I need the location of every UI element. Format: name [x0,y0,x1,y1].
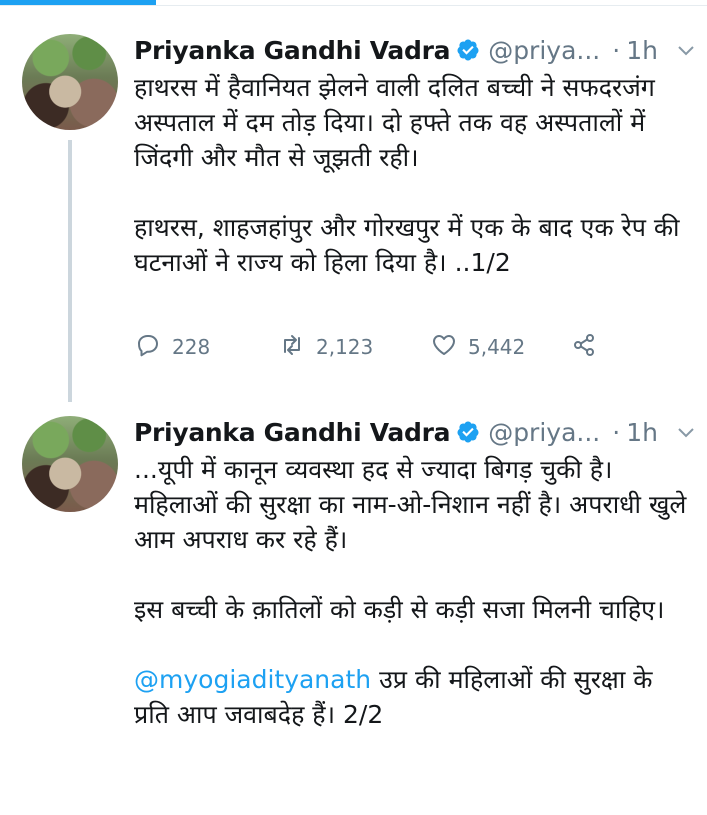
author-name[interactable]: Priyanka Gandhi Vadra [134,418,450,447]
avatar[interactable] [22,34,118,130]
author-name[interactable]: Priyanka Gandhi Vadra [134,36,450,65]
tweet-text: हाथरस में हैवानियत झेलने वाली दलित बच्ची… [134,70,694,280]
reply-icon [134,331,162,364]
tweet-2[interactable]: Priyanka Gandhi Vadra @priya... · 1h ...… [0,392,707,815]
tweet-timestamp[interactable]: 1h [626,36,658,65]
tweet-timestamp[interactable]: 1h [626,418,658,447]
verified-badge-icon [456,420,480,444]
retweet-count: 2,123 [316,335,374,359]
tweet-header: Priyanka Gandhi Vadra @priya... · 1h [134,30,658,70]
top-divider [0,5,707,6]
like-count: 5,442 [468,335,526,359]
tweet-header: Priyanka Gandhi Vadra @priya... · 1h [134,412,658,452]
tweet-paragraph: हाथरस में हैवानियत झेलने वाली दलित बच्ची… [134,73,655,172]
tweet-paragraph: @myogiadityanath उप्र की महिलाओं की सुरक… [134,662,694,732]
avatar[interactable] [22,416,118,512]
author-handle[interactable]: @priya... [488,418,600,447]
author-handle[interactable]: @priya... [488,36,600,65]
reply-count: 228 [172,335,211,359]
retweet-button[interactable]: 2,123 [278,331,430,364]
tweet-text: ...यूपी में कानून व्यवस्था हद से ज्यादा … [134,452,694,732]
chevron-down-icon[interactable] [676,30,696,70]
thread-connector-line [68,140,72,402]
separator-dot: · [612,35,621,65]
tweet-paragraph: ...यूपी में कानून व्यवस्था हद से ज्यादा … [134,455,687,554]
share-button[interactable] [570,331,598,364]
mention-link[interactable]: @myogiadityanath [134,665,371,694]
separator-dot: · [612,417,621,447]
tweet-paragraph: इस बच्ची के क़ातिलों को कड़ी से कड़ी सजा… [134,595,665,624]
heart-icon [430,331,458,364]
like-button[interactable]: 5,442 [430,331,570,364]
chevron-down-icon[interactable] [676,412,696,452]
verified-badge-icon [456,38,480,62]
share-icon [570,331,598,364]
reply-button[interactable]: 228 [134,331,278,364]
retweet-icon [278,331,306,364]
tweet-1[interactable]: Priyanka Gandhi Vadra @priya... · 1h हाथ… [0,10,707,402]
tweet-paragraph: हाथरस, शाहजहांपुर और गोरखपुर में एक के ब… [134,213,680,277]
tweet-actions: 228 2,123 5,442 [134,332,598,362]
